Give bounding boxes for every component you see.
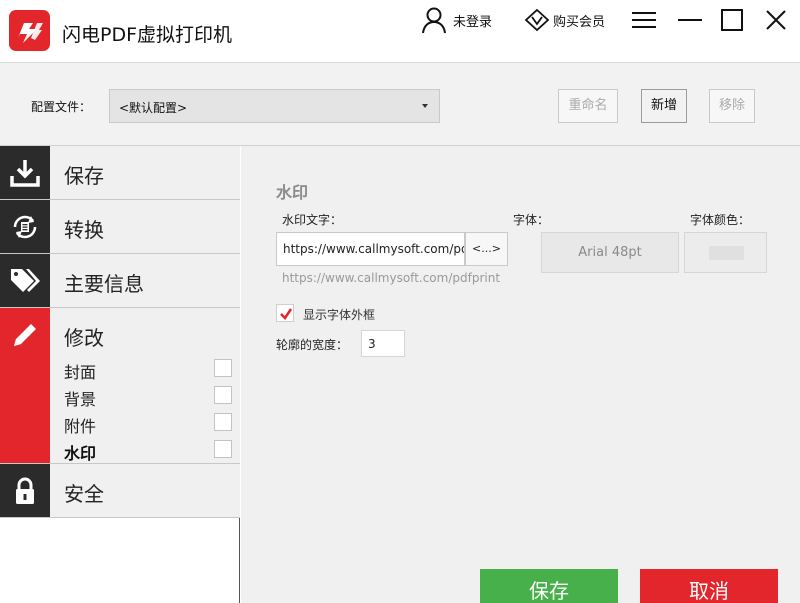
sidebar-item-save[interactable]: 保存 <box>0 146 240 200</box>
menu-icon[interactable] <box>630 8 658 32</box>
app-title: 闪电PDF虚拟打印机 <box>62 24 233 46</box>
font-label: 字体： <box>513 213 550 227</box>
background-checkbox[interactable] <box>214 386 232 404</box>
outline-width-input[interactable]: 3 <box>361 330 405 357</box>
remove-button[interactable]: 移除 <box>709 89 755 123</box>
cover-checkbox[interactable] <box>214 359 232 377</box>
watermark-text-label: 水印文字： <box>282 213 343 227</box>
close-icon[interactable] <box>762 6 790 34</box>
user-icon[interactable] <box>421 6 447 34</box>
new-profile-button[interactable]: 新增 <box>641 89 687 123</box>
vip-diamond-icon[interactable] <box>524 8 550 32</box>
sub-item-label: 背景 <box>64 390 97 409</box>
watermark-text-hint: https://www.callmysoft.com/pdfprint <box>282 271 501 285</box>
show-outline-checkbox[interactable] <box>276 304 294 322</box>
buy-vip-link[interactable]: 购买会员 <box>553 11 605 30</box>
sidebar-item-label: 保存 <box>64 164 104 188</box>
sub-item-cover[interactable]: 封面 <box>64 355 240 382</box>
tags-icon <box>11 269 40 292</box>
app-logo-icon <box>9 10 50 51</box>
color-swatch <box>709 246 744 260</box>
title-bar: 闪电PDF虚拟打印机 未登录 购买会员 <box>0 0 800 62</box>
profile-bar: 配置文件： <默认配置> 重命名 新增 移除 <box>0 62 800 146</box>
sub-item-attachment[interactable]: 附件 <box>64 409 240 436</box>
profile-select[interactable]: <默认配置> <box>109 89 440 123</box>
watermark-panel: 水印 水印文字： 字体： 字体颜色： https://www.callmysof… <box>241 146 800 603</box>
font-select-button[interactable]: Arial 48pt <box>541 232 679 273</box>
font-color-label: 字体颜色： <box>690 213 751 227</box>
show-outline-label: 显示字体外框 <box>303 308 376 322</box>
sidebar-item-convert[interactable]: 转换 <box>0 200 240 254</box>
download-icon <box>10 160 40 187</box>
outline-width-label: 轮廓的宽度： <box>276 338 349 352</box>
sidebar-item-label: 安全 <box>64 482 104 506</box>
sub-item-background[interactable]: 背景 <box>64 382 240 409</box>
sidebar-item-label: 修改 <box>64 326 104 350</box>
checkmark-icon <box>280 308 293 320</box>
minimize-icon[interactable] <box>676 8 704 32</box>
section-title: 水印 <box>276 183 309 202</box>
watermark-checkbox[interactable] <box>214 440 232 458</box>
pencil-icon <box>14 324 36 346</box>
profile-label: 配置文件： <box>31 100 92 114</box>
sidebar-item-label: 转换 <box>64 218 104 242</box>
sidebar-item-security[interactable]: 安全 <box>0 464 240 518</box>
lock-icon <box>16 477 34 504</box>
sub-item-label: 水印 <box>64 444 97 463</box>
login-status-link[interactable]: 未登录 <box>453 11 492 30</box>
cancel-button[interactable]: 取消 <box>640 569 778 603</box>
sidebar-item-modify[interactable]: 修改 封面 背景 附件 水印 <box>0 308 240 464</box>
rename-button[interactable]: 重命名 <box>558 89 618 123</box>
watermark-text-input[interactable]: https://www.callmysoft.com/pdfprint <box>276 232 465 266</box>
attachment-checkbox[interactable] <box>214 413 232 431</box>
font-color-button[interactable] <box>684 232 767 273</box>
profile-selected-value: <默认配置> <box>119 101 188 115</box>
sub-item-watermark[interactable]: 水印 <box>64 436 240 463</box>
browse-button[interactable]: <...> <box>465 232 508 266</box>
sidebar-item-label: 主要信息 <box>64 272 144 296</box>
sub-item-label: 附件 <box>64 417 97 436</box>
maximize-icon[interactable] <box>718 6 746 34</box>
save-button[interactable]: 保存 <box>480 569 618 603</box>
sidebar: 保存 转换 主要信息 修改 封面 背景 附件 水印 安全 <box>0 146 240 603</box>
convert-icon <box>13 215 37 239</box>
dropdown-arrow-icon <box>422 104 428 108</box>
sidebar-item-info[interactable]: 主要信息 <box>0 254 240 308</box>
sub-item-label: 封面 <box>64 363 97 382</box>
